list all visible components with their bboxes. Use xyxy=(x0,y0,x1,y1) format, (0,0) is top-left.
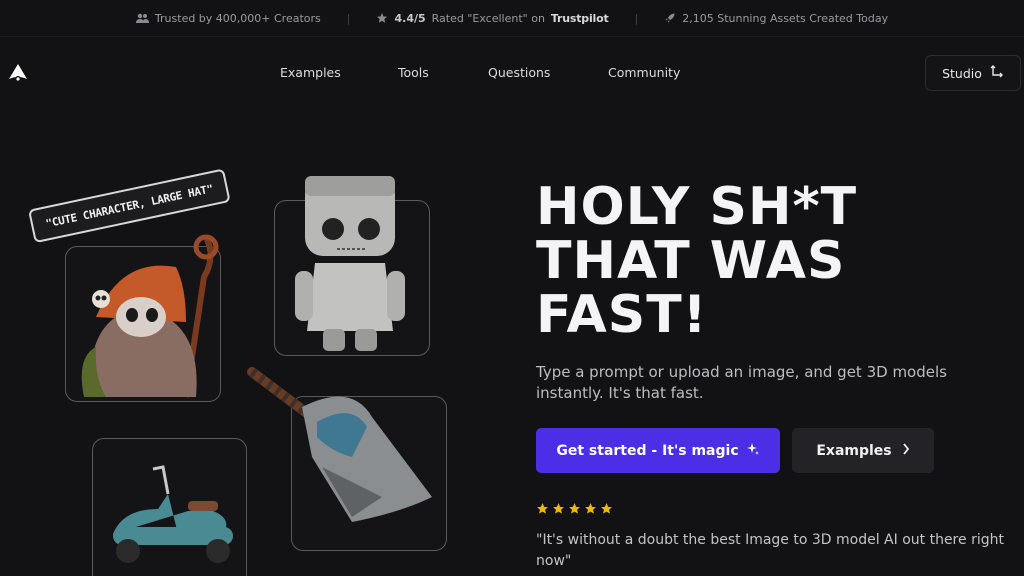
wizard-model-image xyxy=(81,234,219,398)
studio-route-icon xyxy=(990,64,1004,82)
assets-text: 2,105 Stunning Assets Created Today xyxy=(682,11,889,25)
hero-title-line3: FAST! xyxy=(536,285,708,345)
get-started-button[interactable]: Get started - It's magic xyxy=(536,428,780,473)
gallery-card-sword xyxy=(247,367,447,551)
scooter-model-image xyxy=(113,465,233,563)
nav-tools[interactable]: Tools xyxy=(398,65,429,80)
studio-button[interactable]: Studio xyxy=(925,55,1021,91)
testimonial-quote: "It's without a doubt the best Image to … xyxy=(536,532,1004,569)
prompt-tag: "CUTE CHARACTER, LARGE HAT" xyxy=(28,168,231,244)
gallery-card-scooter xyxy=(92,438,247,576)
rated-text: Rated "Excellent" on xyxy=(431,11,545,25)
sparkle-icon xyxy=(746,442,760,460)
studio-label: Studio xyxy=(942,65,982,81)
trust-bar: Trusted by 400,000+ Creators | 4.4/5 Rat… xyxy=(0,0,1024,37)
star-icon xyxy=(569,503,580,514)
separator: | xyxy=(634,11,639,25)
star-rating xyxy=(536,502,613,515)
navbar: Examples Tools Questions Community Studi… xyxy=(0,37,1024,109)
star-icon xyxy=(537,503,548,514)
star-icon xyxy=(553,503,564,514)
star-icon xyxy=(601,503,612,514)
gallery-card-wizard xyxy=(65,234,221,402)
hero-title-line2: THAT WAS xyxy=(536,231,846,291)
hero-subtitle: Type a prompt or upload an image, and ge… xyxy=(536,363,947,402)
sword-model-image xyxy=(247,367,432,522)
trust-rating[interactable]: 4.4/5 Rated "Excellent" on Trustpilot xyxy=(376,11,609,25)
rocket-icon xyxy=(664,12,676,24)
nav-questions[interactable]: Questions xyxy=(488,65,550,80)
users-icon xyxy=(135,13,149,23)
trust-creators-text: Trusted by 400,000+ Creators xyxy=(154,11,321,25)
trust-creators: Trusted by 400,000+ Creators xyxy=(135,11,321,25)
gallery-card-frankenstein xyxy=(274,176,430,356)
trustpilot-logo: Trustpilot xyxy=(550,11,609,25)
star-icon xyxy=(585,503,596,514)
trust-assets: 2,105 Stunning Assets Created Today xyxy=(664,12,888,25)
nav-examples[interactable]: Examples xyxy=(280,65,341,80)
star-icon xyxy=(376,12,388,24)
frankenstein-model-image xyxy=(295,176,405,351)
examples-label: Examples xyxy=(816,442,892,459)
rating-value: 4.4/5 xyxy=(394,11,426,25)
get-started-label: Get started - It's magic xyxy=(556,442,739,459)
logo-icon[interactable] xyxy=(7,62,29,84)
chevron-right-icon xyxy=(902,442,910,459)
examples-button[interactable]: Examples xyxy=(792,428,934,473)
nav-community[interactable]: Community xyxy=(608,65,680,80)
hero-title: HOLY SH*T THAT WAS FAST! xyxy=(536,180,1006,342)
hero-title-line1: HOLY SH*T xyxy=(536,177,858,237)
separator: | xyxy=(346,11,351,25)
